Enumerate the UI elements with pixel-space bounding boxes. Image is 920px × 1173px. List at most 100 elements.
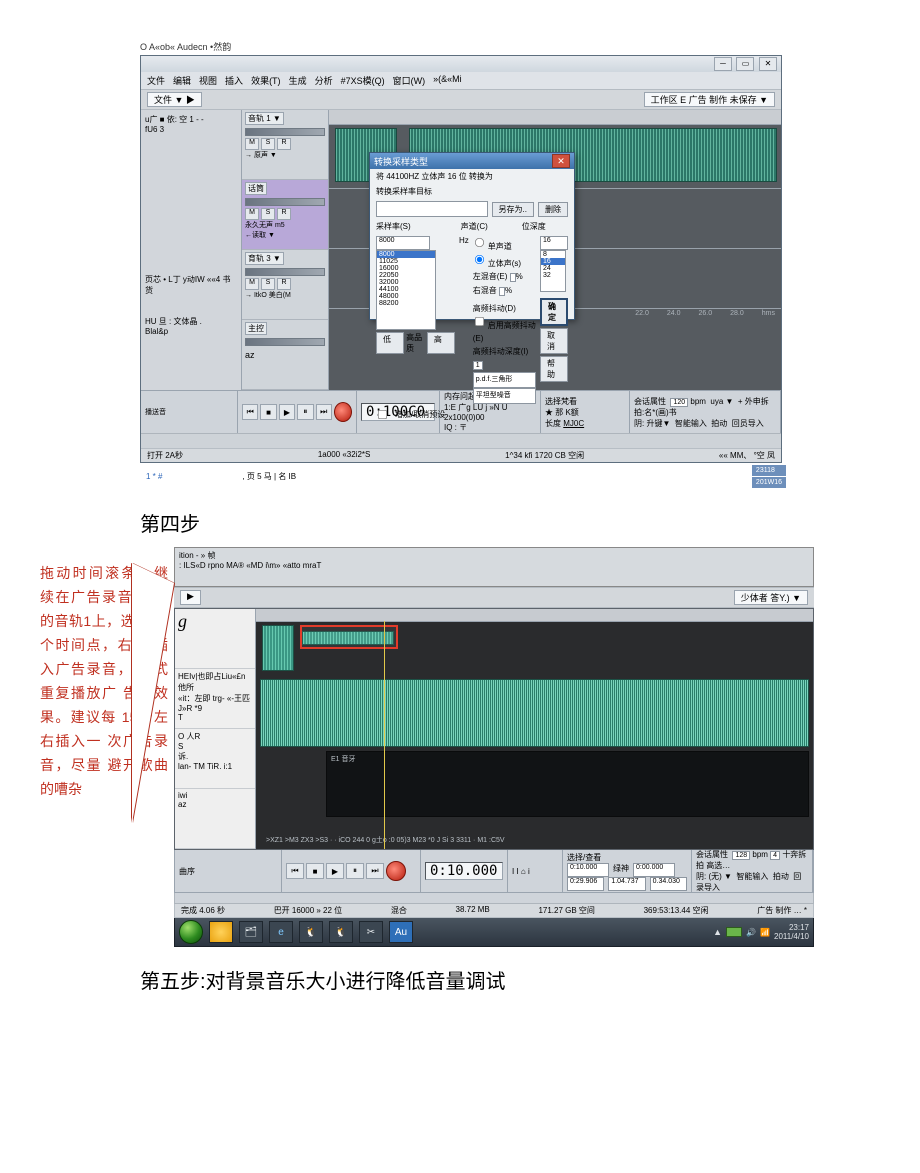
window-controls: ─ ▭ ✕ — [712, 57, 777, 71]
help-button[interactable]: 帮助 — [540, 356, 568, 382]
work-area: u广 ■ 依: 空 1 - - fU6 3 页芯 • L丁 y动IW ««4 书… — [141, 110, 781, 390]
max-icon[interactable]: ▭ — [736, 57, 754, 71]
start-orb[interactable] — [179, 920, 203, 944]
shot2-bottom-panels: 曲序 ⏮ ■ ▶ ⏸ ⏭ 0:10.000 I I ⌂ i 选择/查看 0:10… — [174, 850, 814, 893]
menu-item[interactable]: 插入 — [225, 74, 243, 87]
close-icon[interactable]: ✕ — [759, 57, 777, 71]
convert-dialog: 转换采样类型 ✕ 将 44100HZ 立体声 16 位 转换为 转换采样率目标 … — [369, 152, 575, 320]
page-footer: 1 * # , 页 5 马 | 名 IB 23118 201W16 — [140, 463, 792, 490]
track-master[interactable]: 主控 az — [242, 320, 328, 390]
task-icon[interactable]: Au — [389, 921, 413, 943]
bypass-check[interactable] — [378, 410, 387, 419]
tray: ▲ 🔊 📶 23:17 2011/4/10 — [713, 923, 809, 941]
mixer-panel: 播送音 — [141, 391, 238, 433]
session-panel: 会话属性 128 bpm 4 十奔拆拍 高选… 阴: (无) ▼ 智能输入 拍动… — [692, 850, 813, 892]
play-button[interactable]: ▶ — [180, 590, 201, 605]
pause-button[interactable]: ⏸ — [346, 863, 364, 879]
menu-item[interactable]: »(&«Mi — [433, 74, 462, 87]
menu-item[interactable]: 视图 — [199, 74, 217, 87]
toolbar: 文件 ▼ ▶ 工作区 E 广告 制作 未保存 ▼ — [141, 89, 781, 110]
next-button[interactable]: ⏭ — [366, 863, 384, 879]
play-button[interactable]: ▶ — [326, 863, 344, 879]
saveas-button[interactable]: 另存为.. — [492, 202, 534, 217]
rate-list[interactable]: 8000 11025 16000 22050 32000 44100 48000… — [376, 250, 436, 330]
selection-panel: 选择/查看 0:10.000 绿神 0:00.000 0:29.906 1.04… — [563, 850, 692, 892]
task-icon[interactable] — [209, 921, 233, 943]
wave-area[interactable]: 22.0 24.0 26.0 28.0 hms 转换采样类型 ✕ 将 44100… — [329, 110, 781, 390]
shot2-top: ition - » 帧 : ILS«D rpno MA® «MD i\m» «a… — [174, 547, 814, 587]
shot1-window: ─ ▭ ✕ 文件 编辑 视图 插入 效果(T) 生成 分析 #7XS模(Q) 窗… — [140, 55, 782, 463]
session-panel: 会话属性 120 bpm uya ▼ + 外申拆拍:名*(画)书 阴: 升键▼ … — [630, 391, 781, 433]
shot2-track-headers: g HEIv|也即占Liu«£n他所 «it：左即 trg- «-王匹 J»R … — [175, 609, 256, 849]
pause-button[interactable]: ⏸ — [297, 404, 313, 420]
file-dropdown[interactable]: 文件 ▼ ▶ — [147, 92, 202, 107]
volume-icon[interactable]: 🔊 — [746, 928, 756, 937]
network-icon[interactable]: 📶 — [760, 928, 770, 937]
menu-item[interactable]: 编辑 — [173, 74, 191, 87]
menu-item[interactable]: 窗口(W) — [393, 74, 426, 87]
prev-button[interactable]: ⏮ — [242, 404, 258, 420]
shot2-wave-area[interactable]: E1 音牙 >XZ1 >M3 ZX3 >S3 · · iCO 244 0 g土o… — [256, 609, 813, 849]
menu-item[interactable]: 效果(T) — [251, 74, 281, 87]
time-ruler[interactable] — [329, 110, 781, 125]
workspace-dropdown[interactable]: 工作区 E 广告 制作 未保存 ▼ — [644, 92, 775, 107]
cancel-button[interactable]: 取消 — [540, 328, 568, 354]
stereo-radio[interactable] — [475, 255, 484, 264]
shot2-work: g HEIv|也即占Liu«£n他所 «it：左即 trg- «-王匹 J»R … — [174, 608, 814, 850]
shot2-window: ition - » 帧 : ILS«D rpno MA® «MD i\m» «a… — [174, 547, 814, 947]
task-icon[interactable]: 🗂 — [239, 921, 263, 943]
bits-list[interactable]: 8 16 24 32 — [540, 250, 566, 292]
task-icon[interactable]: 🐧 — [329, 921, 353, 943]
stop-button[interactable]: ■ — [306, 863, 324, 879]
files-panel: u广 ■ 依: 空 1 - - fU6 3 页芯 • L丁 y动IW ««4 书… — [141, 110, 242, 390]
menu-item[interactable]: #7XS模(Q) — [341, 74, 385, 87]
shot2-wrap: 拖动时间滚条，继 续在广告录音所 在的音轨1上，选 择一个时间点，右 键插入广告… — [40, 547, 880, 947]
record-button[interactable] — [334, 402, 352, 422]
preset-select[interactable] — [376, 201, 488, 217]
battery-icon[interactable] — [726, 927, 742, 937]
step4-heading: 第四步 — [140, 508, 880, 537]
high-button[interactable]: 高 — [427, 332, 455, 354]
track-headers: 音轨 1 ▼ MSR → 原声 ▼ 话筒 MSR 永久无声 m5 ←读取 ▼ 育… — [242, 110, 329, 390]
playhead — [384, 621, 385, 849]
menu-item[interactable]: 分析 — [315, 74, 333, 87]
step5-heading: 第五步:对背景音乐大小进行降低音量调试 — [140, 965, 880, 994]
menu-item[interactable]: 生成 — [289, 74, 307, 87]
min-icon[interactable]: ─ — [714, 57, 732, 71]
taskbar: 🗂 e 🐧 🐧 ✂ Au ▲ 🔊 📶 23:17 2011/4/10 — [174, 918, 814, 947]
stop-button[interactable]: ■ — [260, 404, 276, 420]
bits-input[interactable]: 16 — [540, 236, 568, 250]
shot2-toolbar: ▶ 少体者 答Y.) ▼ — [174, 587, 814, 608]
task-icon[interactable]: ✂ — [359, 921, 383, 943]
hscroll[interactable] — [174, 893, 814, 904]
record-button[interactable] — [386, 861, 406, 881]
hscroll[interactable] — [141, 433, 781, 448]
menubar: 文件 编辑 视图 插入 效果(T) 生成 分析 #7XS模(Q) 窗口(W) »… — [141, 72, 781, 89]
dither-check[interactable] — [475, 317, 484, 326]
transport-panel: ⏮ ■ ▶ ⏸ ⏭ — [238, 391, 357, 433]
track-cell[interactable]: 话筒 MSR 永久无声 m5 ←读取 ▼ — [242, 180, 328, 250]
dialog-titlebar: 转换采样类型 ✕ — [370, 153, 574, 169]
delete-button[interactable]: 删除 — [538, 202, 568, 217]
prev-button[interactable]: ⏮ — [286, 863, 304, 879]
track-cell[interactable]: 育轨 3 ▼ MSR → ItkO 美白(M — [242, 250, 328, 320]
transport-panel: ⏮ ■ ▶ ⏸ ⏭ — [282, 850, 421, 892]
menu-item[interactable]: 文件 — [147, 74, 165, 87]
track-cell[interactable]: 音轨 1 ▼ MSR → 原声 ▼ — [242, 110, 328, 180]
rate-input[interactable]: 8000 — [376, 236, 430, 250]
task-icon[interactable]: e — [269, 921, 293, 943]
shot2-statusbar: 完成 4.06 秒 巴开 16000 » 22 位 混合 38.72 MB 17… — [174, 904, 814, 918]
ok-button[interactable]: 确定 — [540, 298, 568, 326]
low-button[interactable]: 低 — [376, 332, 404, 354]
shot1-caption: O A«ob« Audecn •然韵 — [140, 40, 880, 53]
workspace-dropdown[interactable]: 少体者 答Y.) ▼ — [734, 590, 808, 605]
statusbar: 打开 2A秒 1a000 «32i2*S 1^34 kfi 1720 CB 空闲… — [141, 448, 781, 462]
mono-radio[interactable] — [475, 238, 484, 247]
task-icon[interactable]: 🐧 — [299, 921, 323, 943]
shot2-ruler[interactable] — [256, 609, 813, 622]
shot1-titlebar: ─ ▭ ✕ — [141, 56, 781, 72]
play-button[interactable]: ▶ — [279, 404, 295, 420]
next-button[interactable]: ⏭ — [316, 404, 332, 420]
callout-text: 拖动时间滚条，继 续在广告录音所 在的音轨1上，选 择一个时间点，右 键插入广告… — [40, 547, 168, 801]
close-icon[interactable]: ✕ — [552, 154, 570, 168]
